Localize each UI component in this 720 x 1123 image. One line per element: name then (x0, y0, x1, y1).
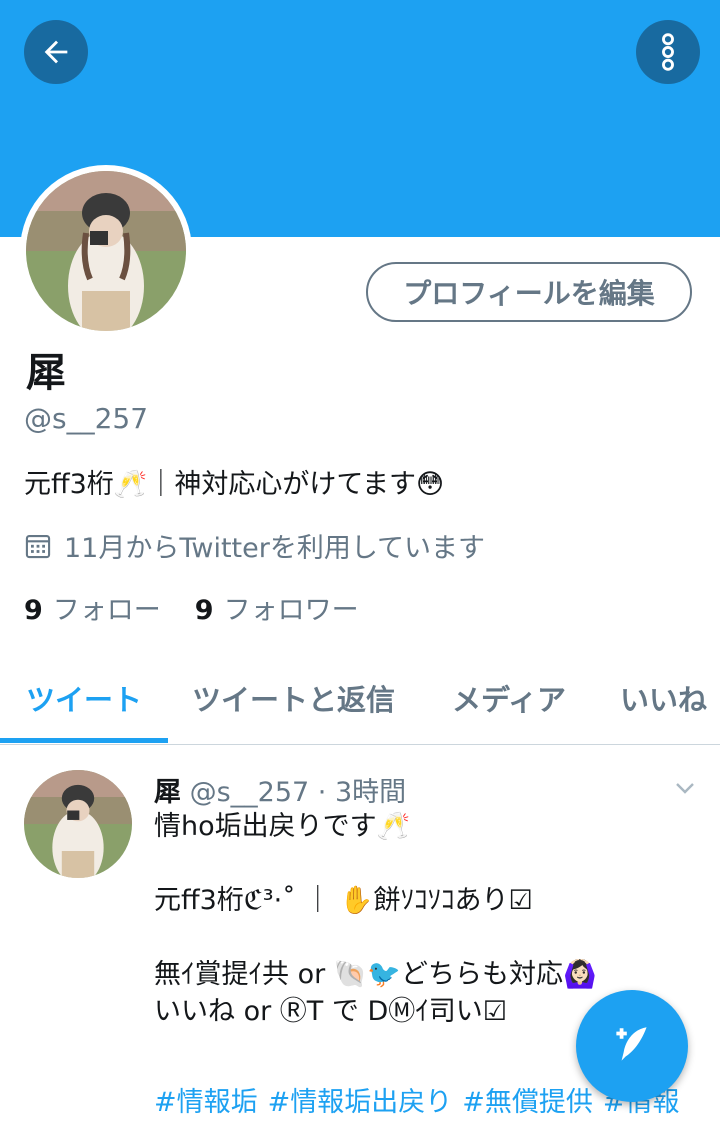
tweet-line: いいね or ⓇT で DⓂｲ司い☑ (154, 996, 507, 1027)
tweet-line (154, 845, 597, 882)
tweet-author-name[interactable]: 犀 (154, 777, 181, 808)
more-vertical-icon (662, 33, 674, 71)
hashtag-link[interactable]: #情報垢出戻り (268, 1087, 453, 1118)
joined-date: 11月からTwitterを利用しています (24, 526, 485, 565)
tab-likes[interactable]: いいね (620, 660, 707, 736)
tab-tweets[interactable]: ツイート (26, 660, 142, 736)
active-tab-indicator (0, 738, 168, 743)
compose-tweet-button[interactable] (576, 990, 688, 1102)
tweet-avatar[interactable] (24, 770, 132, 878)
following-link[interactable]: 9 フォロー (24, 588, 161, 627)
followers-link[interactable]: 9 フォロワー (195, 588, 359, 627)
tweet-text: 情ho垢出戻りです🥂 元ff3桁ℭ³·˚ ｜ ✋餅ｿｺｿｺあり☑ 無ｲ賞提ｲ共 … (154, 808, 597, 1030)
profile-page: プロフィールを編集 犀 @s__257 元ff3桁🥂｜神対応心がけてます😳 11… (0, 0, 720, 1123)
tab-media[interactable]: メディア (452, 660, 566, 736)
more-options-button[interactable] (636, 20, 700, 84)
profile-tabs: ツイート ツイートと返信 メディア いいね (0, 660, 720, 745)
profile-bio: 元ff3桁🥂｜神対応心がけてます😳 (24, 469, 445, 500)
user-handle: @s__257 (24, 402, 149, 435)
avatar-image (26, 171, 186, 331)
tweet-author-handle: @s__257 (189, 777, 310, 808)
tweet-line (154, 919, 597, 956)
display-name: 犀 (26, 350, 66, 396)
joined-text: 11月からTwitterを利用しています (64, 533, 486, 564)
tweet-line: 元ff3桁ℭ³·˚ ｜ ✋餅ｿｺｿｺあり☑ (154, 885, 533, 916)
followers-label: フォロワー (223, 595, 359, 626)
following-label: フォロー (52, 595, 161, 626)
following-count: 9 (24, 595, 43, 626)
followers-count: 9 (194, 595, 214, 626)
hashtag-link[interactable]: #無償提供 (462, 1087, 593, 1118)
chevron-down-icon[interactable] (670, 776, 700, 800)
tweet-line: 無ｲ賞提ｲ共 or 🐚🐦どちらも対応🙆🏻‍♀️ (154, 959, 597, 990)
arrow-left-icon (44, 40, 68, 64)
calendar-icon (25, 534, 51, 558)
tab-tweets-and-replies[interactable]: ツイートと返信 (192, 660, 395, 736)
profile-avatar[interactable] (20, 165, 192, 337)
tweet-line: 情ho垢出戻りです🥂 (154, 811, 411, 842)
back-button[interactable] (24, 20, 88, 84)
compose-tweet-icon (616, 1027, 647, 1061)
follow-stats: 9 フォロー 9 フォロワー (24, 588, 359, 627)
hashtag-link[interactable]: #情報垢 (154, 1087, 258, 1118)
tweet-timestamp: · 3時間 (317, 777, 407, 808)
edit-profile-button[interactable]: プロフィールを編集 (366, 262, 692, 322)
tweet-header: 犀 @s__257 · 3時間 (154, 770, 406, 809)
